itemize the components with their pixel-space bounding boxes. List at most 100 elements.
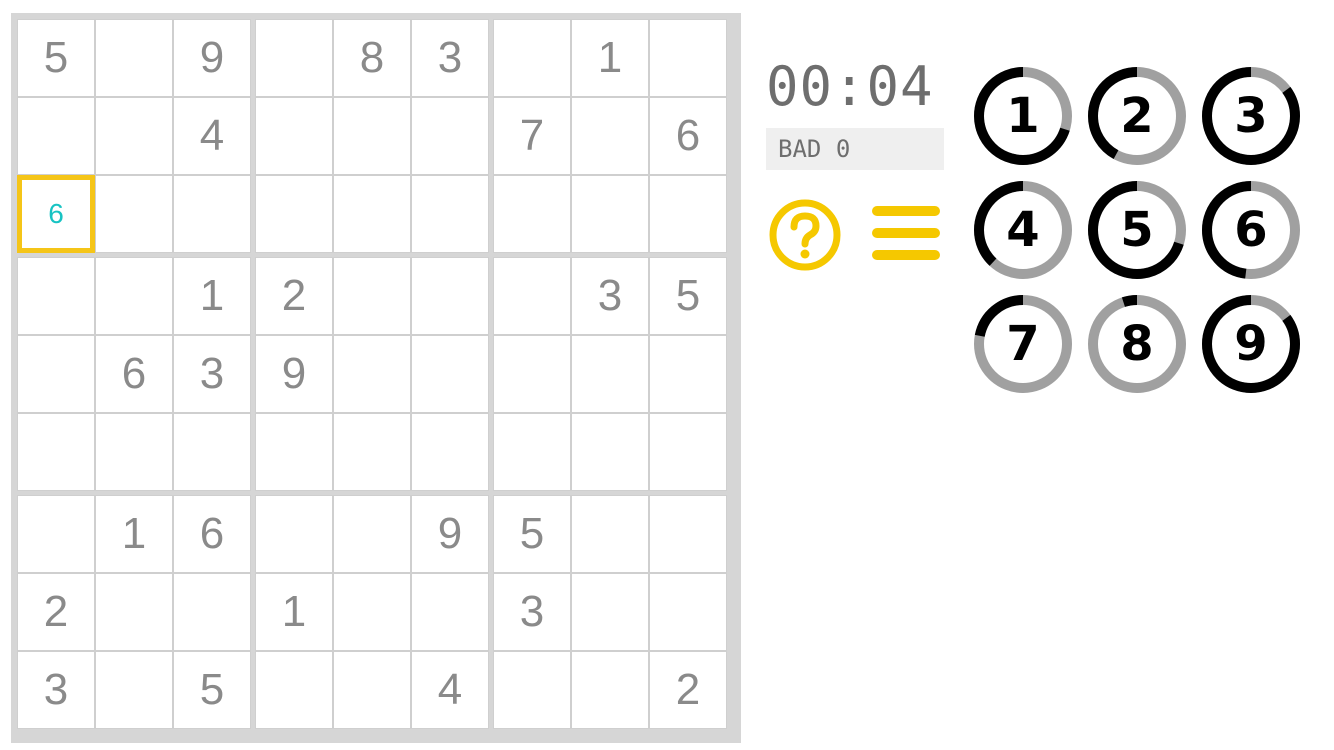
sudoku-cell[interactable]: 3 <box>17 651 95 729</box>
sudoku-cell[interactable] <box>173 175 251 253</box>
sudoku-cell[interactable] <box>649 175 727 253</box>
sudoku-cell[interactable] <box>333 573 411 651</box>
sudoku-cell[interactable] <box>571 413 649 491</box>
number-button-label: 7 <box>1006 316 1040 372</box>
sudoku-cell[interactable]: 5 <box>173 651 251 729</box>
sudoku-cell[interactable] <box>95 19 173 97</box>
number-button-8[interactable]: 8 <box>1086 293 1188 395</box>
sudoku-cell[interactable] <box>17 335 95 413</box>
sudoku-cell[interactable] <box>333 335 411 413</box>
sudoku-cell[interactable] <box>649 413 727 491</box>
sudoku-cell[interactable] <box>411 573 489 651</box>
sudoku-cell[interactable] <box>493 257 571 335</box>
menu-button[interactable] <box>870 202 942 264</box>
sudoku-cell[interactable] <box>333 175 411 253</box>
sudoku-cell[interactable]: 9 <box>411 495 489 573</box>
sudoku-cell[interactable] <box>571 573 649 651</box>
number-button-7[interactable]: 7 <box>972 293 1074 395</box>
number-button-9[interactable]: 9 <box>1200 293 1302 395</box>
bad-count: 0 <box>835 135 851 163</box>
sudoku-cell[interactable] <box>95 257 173 335</box>
sudoku-cell[interactable]: 1 <box>95 495 173 573</box>
sudoku-cell[interactable] <box>255 97 333 175</box>
sudoku-cell[interactable] <box>255 495 333 573</box>
hamburger-bar <box>872 250 940 260</box>
sudoku-cell[interactable]: 6 <box>649 97 727 175</box>
sudoku-cell[interactable] <box>411 413 489 491</box>
sudoku-cell[interactable] <box>649 335 727 413</box>
sudoku-cell[interactable] <box>493 413 571 491</box>
sudoku-cell[interactable] <box>95 97 173 175</box>
sudoku-cell[interactable] <box>333 257 411 335</box>
sudoku-cell[interactable]: 3 <box>173 335 251 413</box>
sudoku-cell[interactable]: 5 <box>649 257 727 335</box>
sudoku-cell[interactable]: 8 <box>333 19 411 97</box>
sudoku-cell[interactable]: 2 <box>649 651 727 729</box>
sudoku-cell[interactable] <box>17 413 95 491</box>
sudoku-cell[interactable]: 2 <box>17 573 95 651</box>
sudoku-cell[interactable]: 6 <box>95 335 173 413</box>
sudoku-cell[interactable] <box>493 19 571 97</box>
sudoku-cell[interactable]: 5 <box>493 495 571 573</box>
sudoku-cell[interactable]: 4 <box>411 651 489 729</box>
sudoku-cell[interactable]: 4 <box>173 97 251 175</box>
sudoku-cell[interactable]: 1 <box>255 573 333 651</box>
sudoku-cell[interactable] <box>571 495 649 573</box>
sudoku-cell[interactable] <box>255 175 333 253</box>
sudoku-cell[interactable] <box>571 97 649 175</box>
number-button-2[interactable]: 2 <box>1086 65 1188 167</box>
sudoku-cell[interactable]: 3 <box>493 573 571 651</box>
number-button-1[interactable]: 1 <box>972 65 1074 167</box>
sudoku-cell[interactable] <box>411 335 489 413</box>
sudoku-cell[interactable] <box>255 651 333 729</box>
sudoku-cell[interactable] <box>333 413 411 491</box>
sudoku-cell[interactable] <box>493 335 571 413</box>
sudoku-cell[interactable] <box>95 651 173 729</box>
sudoku-cell[interactable] <box>255 19 333 97</box>
sudoku-board: 598314766123563916952133542 <box>11 13 741 743</box>
sudoku-cell[interactable] <box>411 175 489 253</box>
sudoku-cell[interactable] <box>95 413 173 491</box>
sudoku-cell[interactable]: 2 <box>255 257 333 335</box>
sudoku-cell[interactable]: 1 <box>173 257 251 335</box>
sudoku-cell[interactable] <box>649 19 727 97</box>
number-button-5[interactable]: 5 <box>1086 179 1188 281</box>
sudoku-cell[interactable]: 9 <box>173 19 251 97</box>
sudoku-cell[interactable] <box>17 495 95 573</box>
help-button[interactable] <box>768 198 842 272</box>
sudoku-cell[interactable] <box>411 257 489 335</box>
sudoku-cell[interactable] <box>571 175 649 253</box>
sudoku-cell[interactable]: 5 <box>17 19 95 97</box>
sudoku-cell[interactable] <box>411 97 489 175</box>
sudoku-cell[interactable] <box>95 175 173 253</box>
timer: 00:04 <box>766 55 934 118</box>
sudoku-cell[interactable]: 3 <box>571 257 649 335</box>
sudoku-cell[interactable] <box>571 335 649 413</box>
number-button-6[interactable]: 6 <box>1200 179 1302 281</box>
sudoku-cell[interactable] <box>255 413 333 491</box>
sudoku-cell[interactable] <box>333 651 411 729</box>
sudoku-cell[interactable] <box>333 495 411 573</box>
sudoku-cell[interactable]: 7 <box>493 97 571 175</box>
sudoku-cell[interactable] <box>649 495 727 573</box>
sudoku-cell[interactable] <box>333 97 411 175</box>
number-button-3[interactable]: 3 <box>1200 65 1302 167</box>
number-button-label: 2 <box>1120 88 1154 144</box>
number-button-4[interactable]: 4 <box>972 179 1074 281</box>
sudoku-cell[interactable] <box>493 175 571 253</box>
sudoku-cell[interactable]: 1 <box>571 19 649 97</box>
sudoku-cell[interactable] <box>493 651 571 729</box>
sudoku-cell[interactable]: 9 <box>255 335 333 413</box>
sudoku-cell[interactable]: 3 <box>411 19 489 97</box>
sudoku-cell[interactable] <box>173 413 251 491</box>
sudoku-cell[interactable] <box>173 573 251 651</box>
sudoku-cell[interactable] <box>95 573 173 651</box>
sudoku-cell[interactable] <box>17 257 95 335</box>
sudoku-cell[interactable] <box>17 97 95 175</box>
number-button-label: 6 <box>1234 202 1268 258</box>
sudoku-cell[interactable] <box>571 651 649 729</box>
sudoku-cell[interactable]: 6 <box>173 495 251 573</box>
sudoku-cell-selected[interactable]: 6 <box>17 175 95 253</box>
sudoku-cell[interactable] <box>649 573 727 651</box>
sudoku-app: 598314766123563916952133542 00:04 BAD 0 … <box>0 0 1334 750</box>
